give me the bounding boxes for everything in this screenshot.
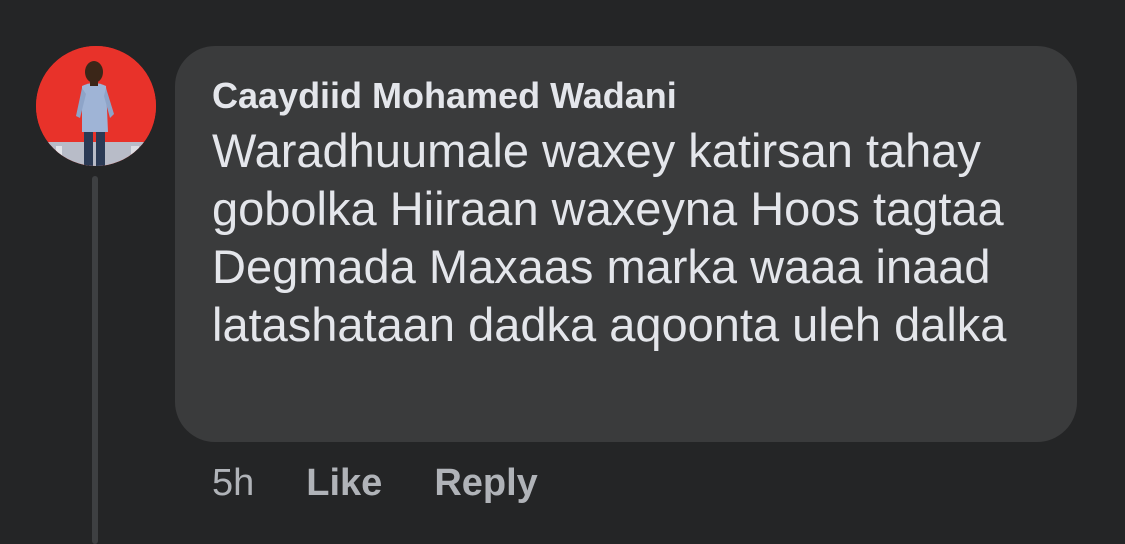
like-button[interactable]: Like [306,462,382,505]
reply-thread-line [92,176,98,544]
comment-text: Waradhuumale waxey katirsan tahay gobolk… [212,124,1007,351]
comment-timestamp[interactable]: 5h [212,462,254,505]
profile-photo-icon [36,46,156,166]
comment-author-name[interactable]: Caaydiid Mohamed Wadani [212,74,1039,118]
comment-bubble: Caaydiid Mohamed Wadani Waradhuumale wax… [175,46,1077,442]
comment-actions: 5h Like Reply [212,458,590,508]
reply-button[interactable]: Reply [434,462,537,505]
avatar[interactable] [36,46,156,166]
